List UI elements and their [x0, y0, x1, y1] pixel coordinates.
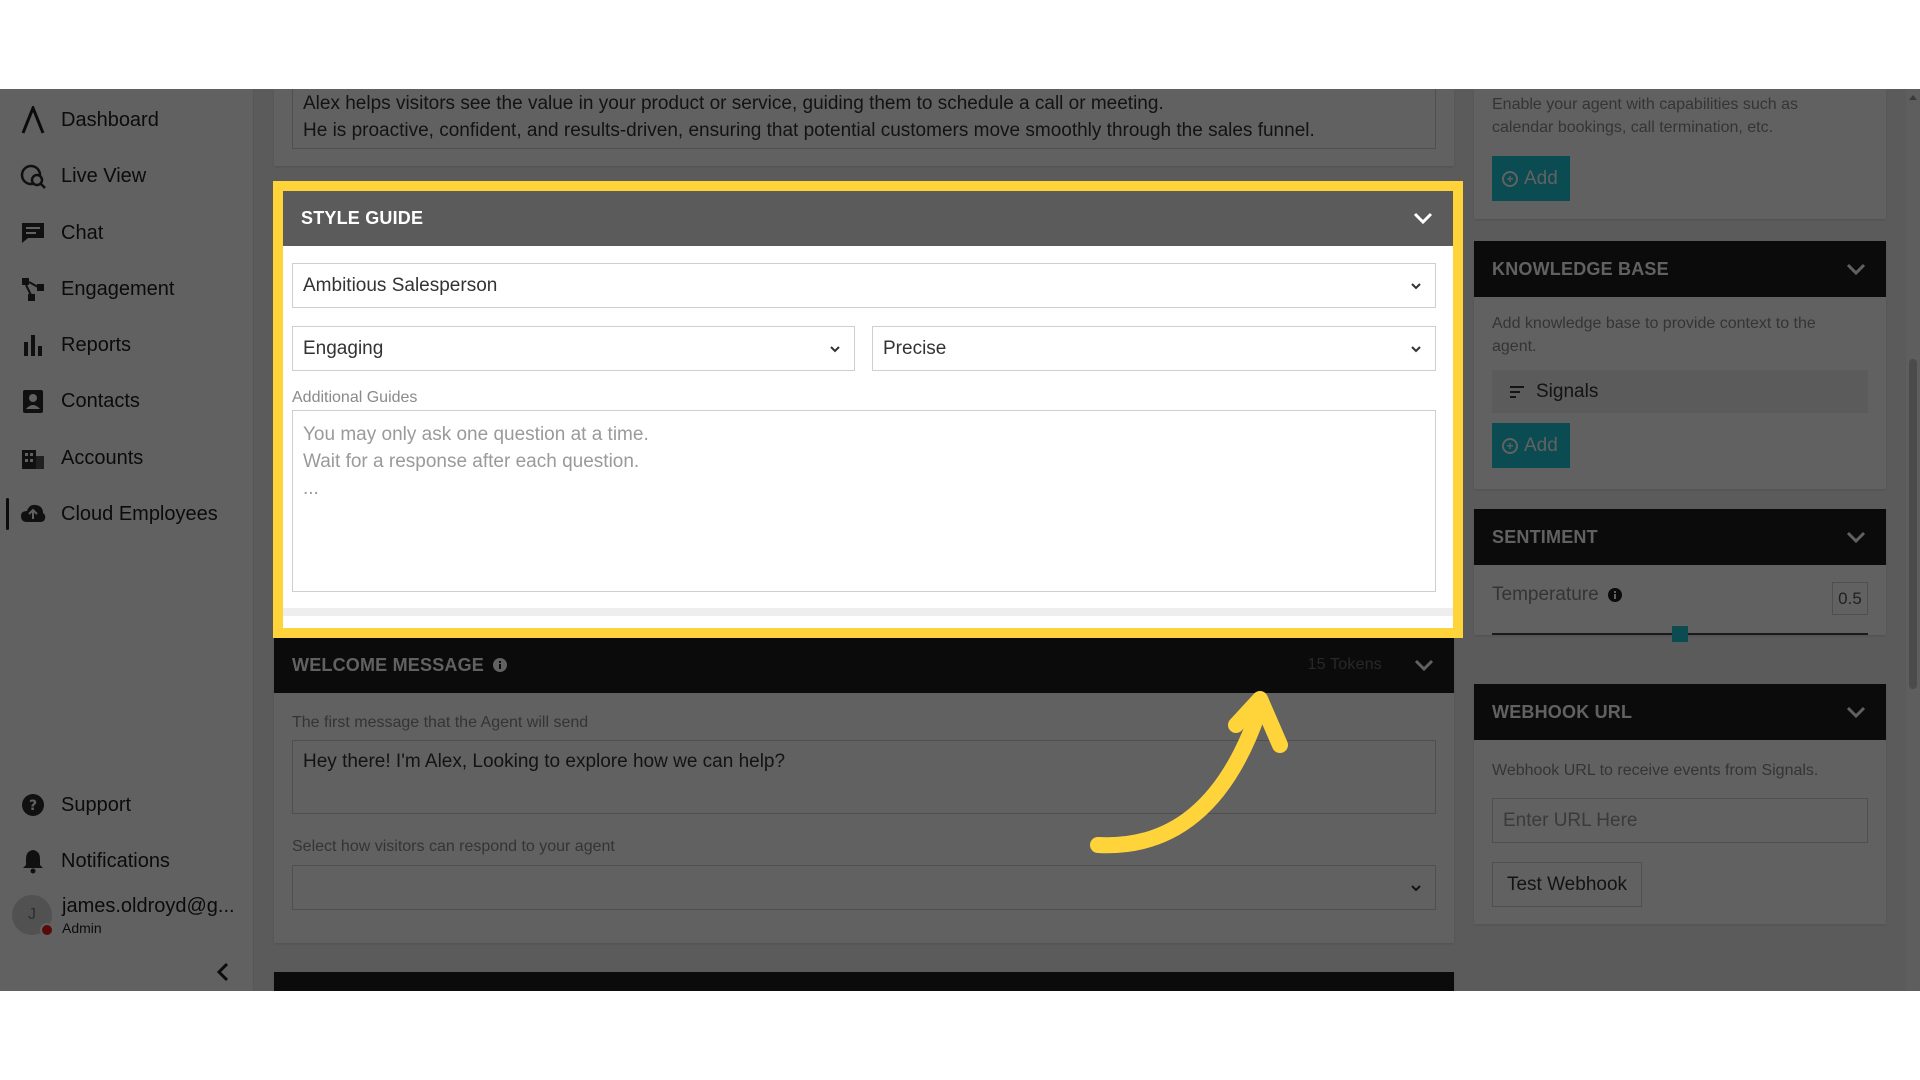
user-profile[interactable]: J james.oldroyd@g... Admin — [12, 891, 247, 939]
live-view-icon — [20, 163, 46, 189]
sidebar-item-contacts[interactable]: Contacts — [0, 377, 254, 425]
webhook-panel: WEBHOOK URL Webhook URL to receive event… — [1474, 684, 1886, 924]
help-icon: ? — [20, 792, 46, 818]
info-icon — [493, 658, 508, 672]
sidebar: Dashboard Live View Chat Engagement Repo… — [0, 89, 254, 991]
knowledge-base-header[interactable]: KNOWLEDGE BASE — [1474, 241, 1886, 297]
list-icon — [1510, 385, 1524, 398]
knowledge-base-panel: KNOWLEDGE BASE Add knowledge base to pro… — [1474, 241, 1886, 489]
scrollbar-thumb[interactable] — [1909, 359, 1917, 689]
sidebar-item-cloud-employees[interactable]: Cloud Employees — [0, 490, 254, 538]
sidebar-item-label: Chat — [61, 221, 104, 244]
highlight-frame — [273, 181, 1463, 638]
actions-description: Enable your agent with capabilities such… — [1492, 96, 1798, 136]
panel-title: WELCOME MESSAGE — [292, 654, 485, 675]
temperature-value[interactable]: 0.5 — [1832, 582, 1868, 615]
scroll-up-icon — [1909, 95, 1917, 100]
plus-icon: + — [1502, 170, 1518, 187]
first-message-label: The first message that the Agent will se… — [292, 714, 589, 731]
sidebar-item-chat[interactable]: Chat — [0, 209, 254, 257]
sidebar-item-label: Engagement — [61, 277, 175, 300]
chevron-left-icon — [216, 962, 229, 982]
add-knowledge-button[interactable]: + Add — [1492, 423, 1570, 468]
accounts-icon — [20, 445, 46, 471]
collapse-sidebar-button[interactable] — [212, 961, 234, 983]
sidebar-item-live-view[interactable]: Live View — [0, 152, 254, 200]
temperature-slider[interactable] — [1492, 626, 1868, 642]
description-panel: Alex helps visitors see the value in you… — [274, 89, 1454, 166]
sidebar-item-engagement[interactable]: Engagement — [0, 265, 254, 313]
add-action-button[interactable]: + Add — [1492, 156, 1570, 201]
bell-icon — [20, 848, 46, 874]
test-webhook-button[interactable]: Test Webhook — [1492, 862, 1642, 907]
sidebar-item-label: Live View — [61, 164, 147, 187]
description-textarea[interactable]: Alex helps visitors see the value in you… — [292, 89, 1436, 149]
sidebar-item-label: Reports — [61, 333, 132, 356]
chevron-down-icon — [1414, 659, 1434, 672]
avatar: J — [12, 895, 54, 937]
svg-text:?: ? — [29, 798, 37, 814]
sidebar-item-label: Dashboard — [61, 108, 159, 131]
user-role: Admin — [62, 919, 102, 936]
contacts-icon — [20, 388, 46, 414]
sidebar-item-label: Contacts — [61, 389, 140, 412]
panel-title: KNOWLEDGE BASE — [1492, 258, 1669, 279]
webhook-description: Webhook URL to receive events from Signa… — [1492, 762, 1819, 779]
sidebar-item-support[interactable]: ? Support — [0, 781, 254, 829]
logo-icon — [20, 106, 46, 134]
sidebar-item-notifications[interactable]: Notifications — [0, 837, 254, 885]
temperature-label: Temperature — [1492, 584, 1623, 606]
cloud-icon — [20, 501, 46, 527]
app-window: Dashboard Live View Chat Engagement Repo… — [0, 89, 1920, 991]
annotation-arrow-icon — [1090, 691, 1288, 854]
next-section-header[interactable] — [274, 972, 1454, 991]
status-dot — [40, 923, 54, 937]
plus-icon: + — [1502, 437, 1518, 454]
user-name: james.oldroyd@g... — [62, 894, 235, 917]
chat-icon — [20, 220, 46, 246]
slider-thumb[interactable] — [1672, 626, 1688, 642]
info-icon — [1607, 588, 1622, 602]
sidebar-item-label: Accounts — [61, 446, 144, 469]
token-count: 15 Tokens — [1307, 656, 1382, 673]
panel-title: WEBHOOK URL — [1492, 701, 1633, 722]
chevron-down-icon — [1846, 531, 1866, 544]
webhook-header[interactable]: WEBHOOK URL — [1474, 684, 1886, 740]
chevron-down-icon — [1846, 706, 1866, 719]
sidebar-item-dashboard[interactable]: Dashboard — [0, 96, 254, 144]
chevron-down-icon — [1411, 884, 1421, 891]
knowledge-base-item[interactable]: Signals — [1492, 370, 1868, 413]
webhook-url-input[interactable]: Enter URL Here — [1492, 798, 1868, 843]
knowledge-base-description: Add knowledge base to provide context to… — [1492, 315, 1816, 355]
sidebar-item-label: Support — [61, 793, 132, 816]
sidebar-item-reports[interactable]: Reports — [0, 321, 254, 369]
panel-title: SENTIMENT — [1492, 526, 1598, 547]
actions-panel: Enable your agent with capabilities such… — [1474, 89, 1886, 219]
sidebar-item-accounts[interactable]: Accounts — [0, 434, 254, 482]
scrollbar[interactable] — [1906, 89, 1920, 991]
engagement-icon — [20, 276, 46, 302]
sentiment-panel: SENTIMENT Temperature 0.5 — [1474, 509, 1886, 642]
respond-label: Select how visitors can respond to your … — [292, 838, 615, 855]
reports-icon — [20, 332, 46, 358]
sidebar-item-label: Notifications — [61, 849, 170, 872]
chevron-down-icon — [1846, 263, 1866, 276]
sentiment-header[interactable]: SENTIMENT — [1474, 509, 1886, 565]
sidebar-item-label: Cloud Employees — [61, 502, 218, 525]
